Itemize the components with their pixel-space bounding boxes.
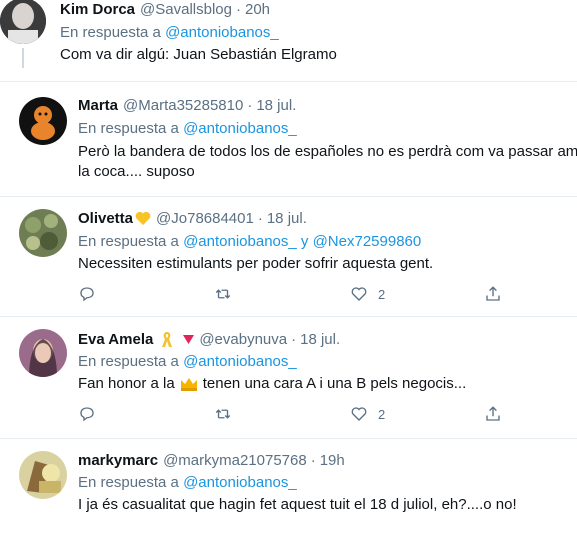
share-button[interactable] [484, 285, 502, 303]
like-button[interactable]: 2 [350, 405, 385, 423]
timestamp[interactable]: 18 jul. [256, 97, 296, 114]
timestamp[interactable]: 18 jul. [267, 210, 307, 227]
share-icon [486, 406, 500, 421]
timestamp[interactable]: 19h [320, 452, 345, 469]
separator-dot: · [235, 1, 241, 18]
tweet-text-part: Fan honor a la [78, 375, 175, 392]
author-handle[interactable]: @Marta35285810 [123, 97, 243, 114]
reply-prefix: En respuesta a [78, 353, 179, 370]
reply-icon [80, 287, 94, 302]
timestamp[interactable]: 20h [245, 1, 270, 18]
author-name[interactable]: Eva Amela [78, 331, 153, 348]
reply-to-link[interactable]: @antoniobanos_ [183, 353, 297, 370]
author-handle[interactable]: @markyma21075768 [163, 452, 307, 469]
avatar[interactable] [19, 97, 67, 145]
author-handle[interactable]: @evabynuva [199, 331, 287, 348]
reply-conjunction: y [300, 233, 309, 250]
tweet-text-line: Però la bandera de todos los de españole… [78, 143, 577, 160]
timestamp[interactable]: 18 jul. [300, 331, 340, 348]
heart-icon [351, 287, 367, 301]
author-name[interactable]: markymarc [78, 452, 158, 469]
tweet-actions: 2 [78, 285, 508, 307]
author-name[interactable]: Kim Dorca [60, 1, 135, 18]
retweet-icon [215, 409, 231, 419]
reply-prefix: En respuesta a [78, 474, 179, 491]
tweet-actions: 2 [78, 405, 508, 427]
reply-to-link-2[interactable]: @Nex72599860 [313, 233, 422, 250]
red-triangle-icon [183, 335, 195, 344]
separator-dot: · [310, 452, 316, 469]
author-name[interactable]: Marta [78, 97, 118, 114]
reply-icon [80, 407, 94, 422]
reply-prefix: En respuesta a [78, 120, 179, 137]
thread-line [22, 48, 24, 68]
separator-dot: · [291, 331, 297, 348]
reply-context: En respuesta a @antoniobanos_ [78, 120, 297, 137]
reply-button[interactable] [78, 405, 96, 423]
like-count: 2 [378, 286, 386, 302]
tweet-text: Però la bandera de todos los de españole… [78, 142, 577, 182]
like-button[interactable]: 2 [350, 285, 385, 303]
retweet-button[interactable] [214, 285, 232, 303]
heart-icon [351, 407, 367, 421]
avatar[interactable] [19, 329, 67, 377]
reply-button[interactable] [78, 285, 96, 303]
author-handle[interactable]: @Savallsblog [140, 1, 232, 18]
tweet-text: Fan honor a la tenen una cara A i una B … [78, 374, 466, 394]
tweet-text-part: tenen una cara A i una B pels negocis... [202, 375, 467, 392]
reply-context: En respuesta a @antoniobanos_ [78, 353, 297, 370]
tweet-markymarc[interactable]: markymarc @markyma21075768 · 19h En resp… [0, 439, 577, 541]
tweet-text: Necessiten estimulants per poder sofrir … [78, 255, 434, 272]
reply-to-link[interactable]: @antoniobanos_ [183, 120, 297, 137]
separator-dot: · [257, 210, 263, 227]
tweet-text: I ja és casualitat que hagin fet aquest … [78, 496, 517, 513]
reply-prefix: En respuesta a [78, 233, 179, 250]
reply-context: En respuesta a @antoniobanos_ y @Nex7259… [78, 233, 421, 250]
crown-icon [180, 377, 198, 391]
like-count: 2 [378, 406, 386, 422]
reply-to-link[interactable]: @antoniobanos_ [165, 24, 279, 41]
share-button[interactable] [484, 405, 502, 423]
tweet-olivetta[interactable]: Olivetta @Jo78684401 · 18 jul. En respue… [0, 197, 577, 315]
author-handle[interactable]: @Jo78684401 [156, 210, 254, 227]
reply-to-link[interactable]: @antoniobanos_ [183, 474, 297, 491]
reply-context: En respuesta a @antoniobanos_ [60, 24, 279, 41]
reply-context: En respuesta a @antoniobanos_ [78, 474, 297, 491]
share-icon [486, 286, 500, 301]
tweet-marta[interactable]: Marta @Marta35285810 · 18 jul. En respue… [0, 82, 577, 195]
separator-dot: · [247, 97, 253, 114]
reply-prefix: En respuesta a [60, 24, 161, 41]
author-name[interactable]: Olivetta [78, 210, 133, 227]
tweet-text-line: la coca.... suposo [78, 163, 195, 180]
retweet-button[interactable] [214, 405, 232, 423]
avatar[interactable] [19, 209, 67, 257]
yellow-ribbon-icon [161, 331, 173, 348]
retweet-icon [215, 289, 231, 299]
yellow-heart-icon [135, 211, 151, 226]
tweet-eva-amela[interactable]: Eva Amela @evabynuva · 18 jul. En respue… [0, 317, 577, 437]
avatar[interactable] [0, 0, 46, 44]
avatar[interactable] [19, 451, 67, 499]
tweet-text: Com va dir algú: Juan Sebastián Elgramo [60, 46, 337, 63]
tweet-kim-dorca[interactable]: Kim Dorca @Savallsblog · 20h En respuest… [0, 0, 577, 90]
reply-to-link[interactable]: @antoniobanos_ [183, 233, 297, 250]
